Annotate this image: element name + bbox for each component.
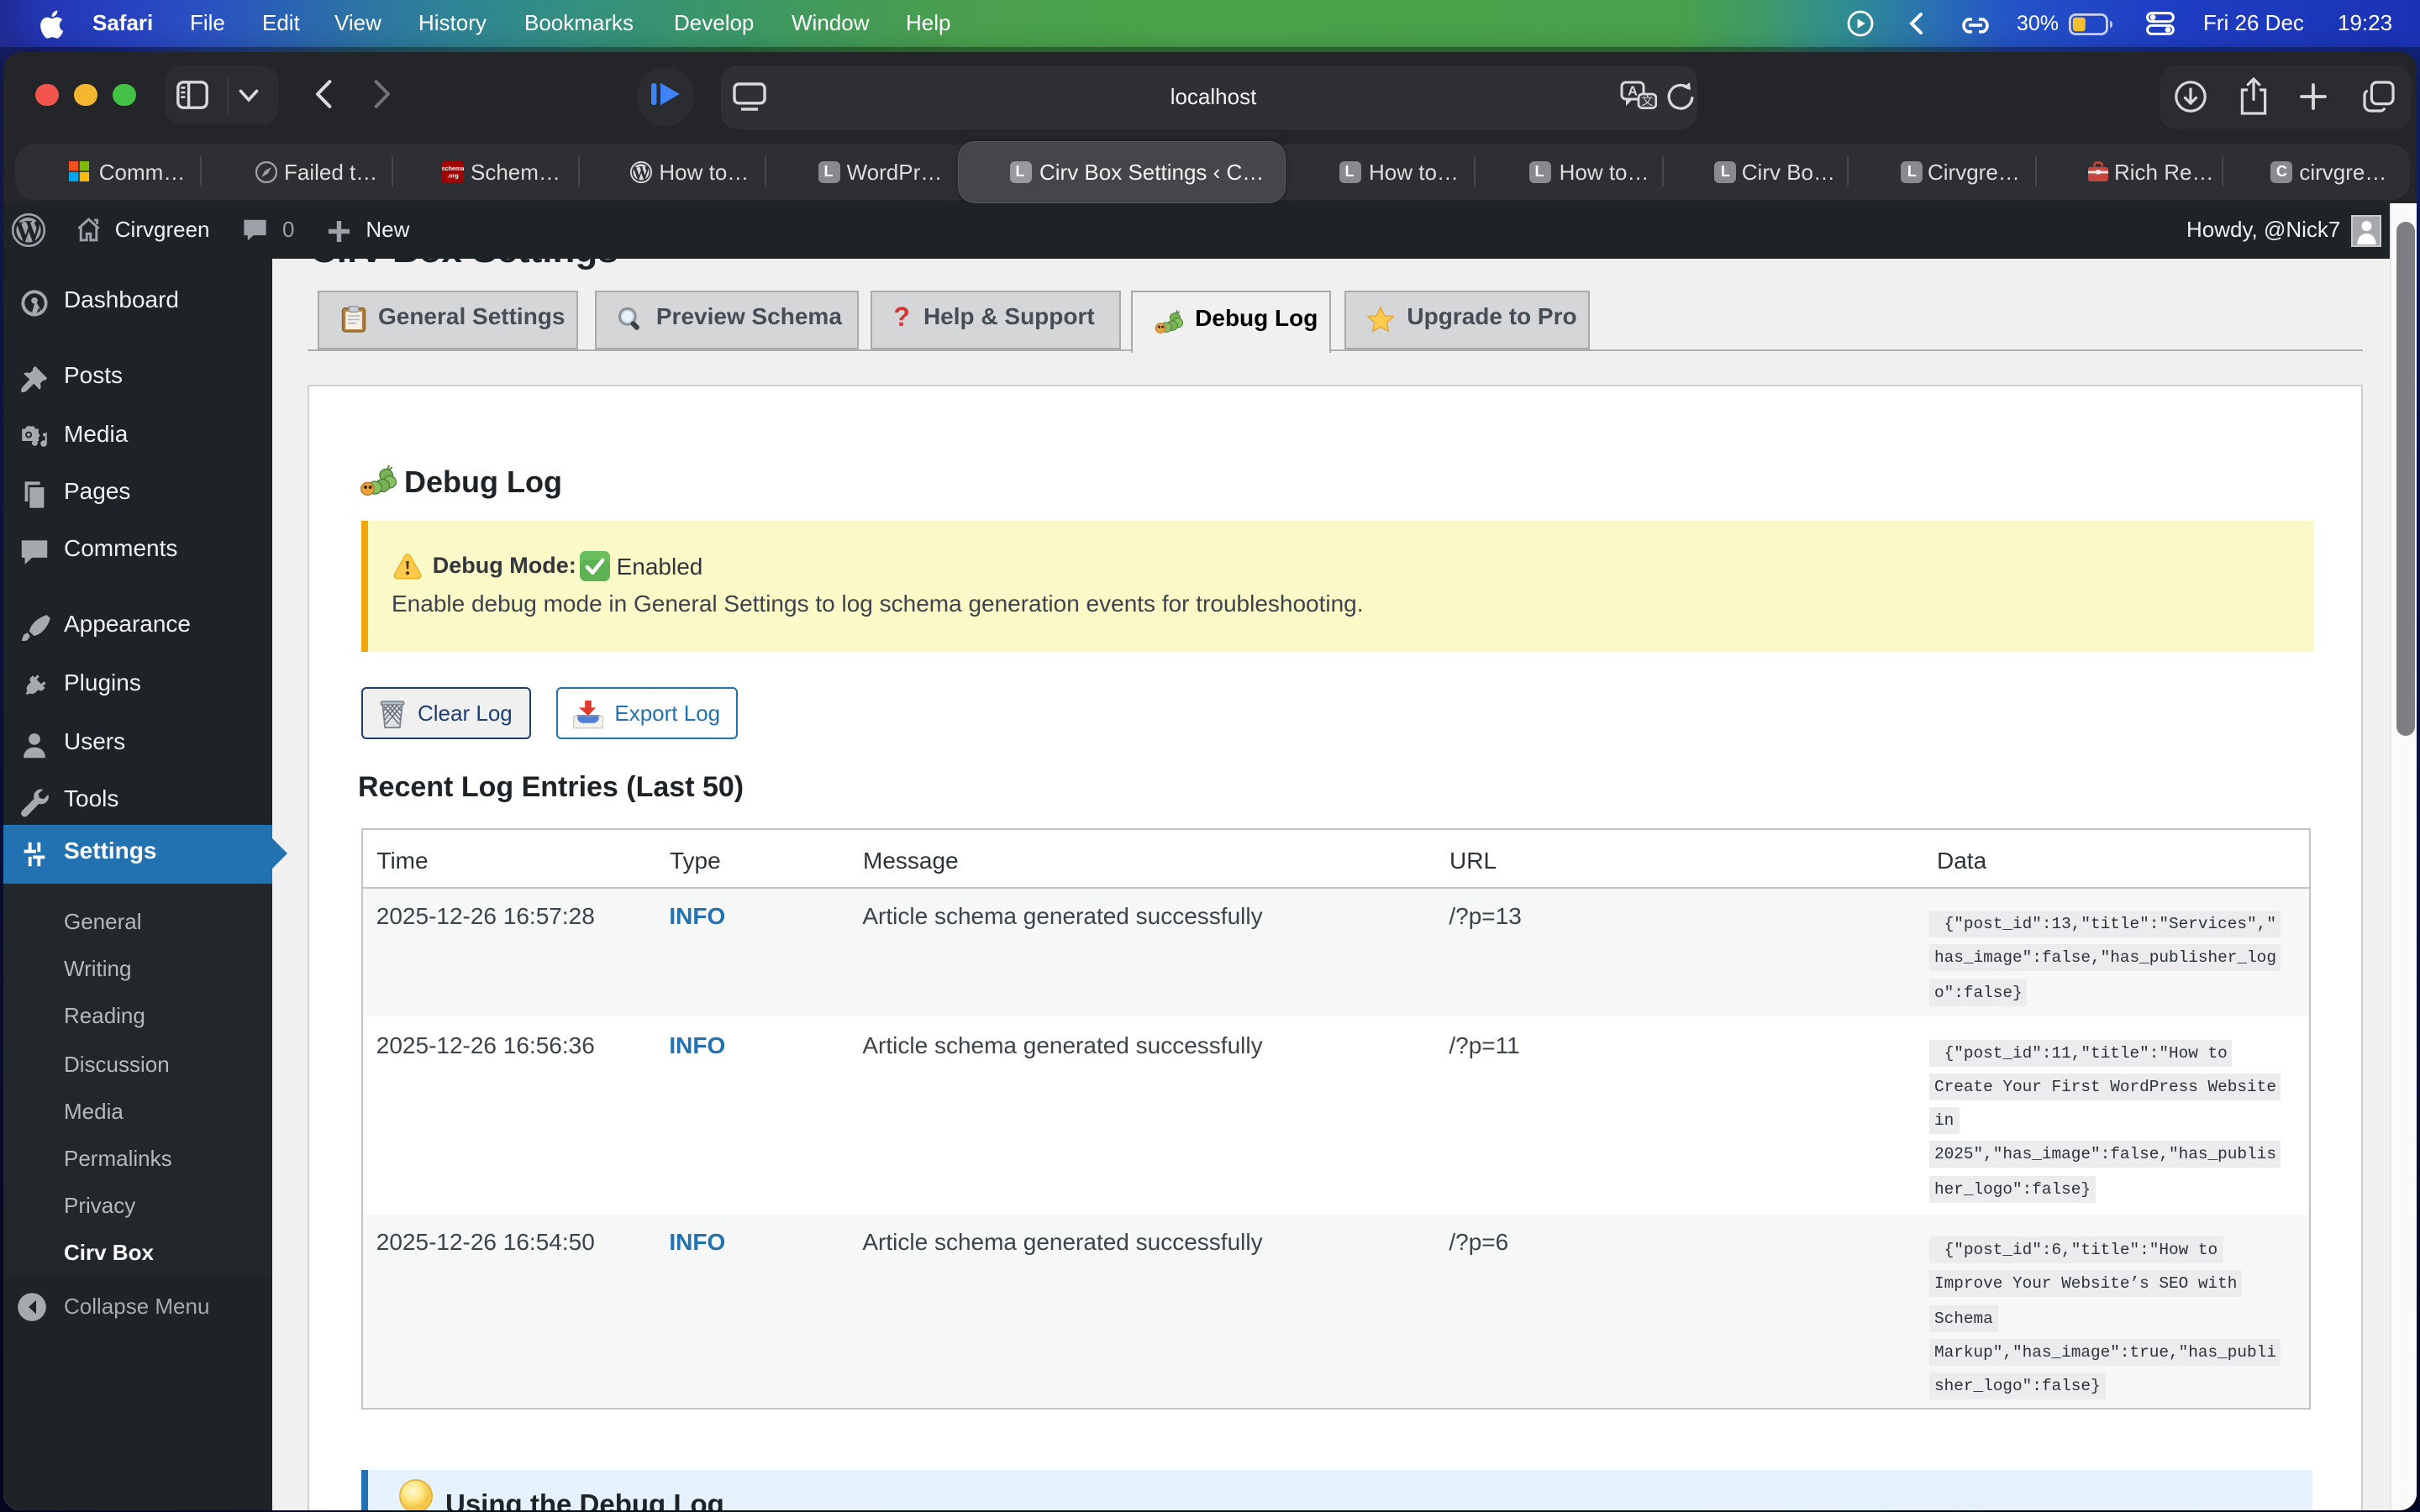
svg-text:A: A xyxy=(1628,84,1638,98)
svg-text:文: 文 xyxy=(1641,93,1653,107)
svg-text:.org: .org xyxy=(446,171,458,179)
svg-text:schema: schema xyxy=(441,164,463,171)
